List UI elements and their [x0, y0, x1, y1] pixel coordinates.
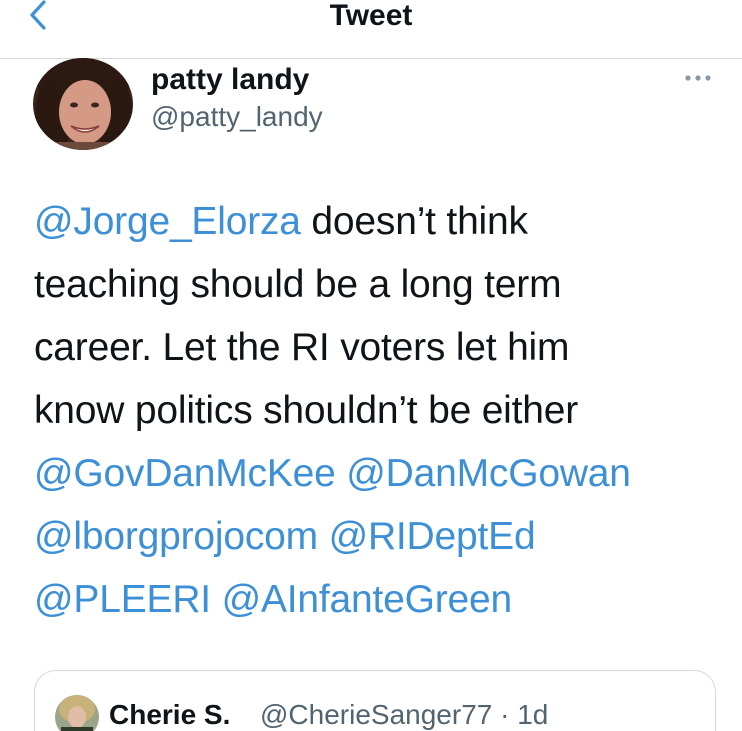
tweet-text-segment: career. Let the RI voters let him: [34, 326, 570, 369]
tweet-text-line: career. Let the RI voters let him: [34, 316, 734, 379]
tweet-text-line: @lborgprojocom @RIDeptEd: [34, 505, 734, 568]
tweet-text: @Jorge_Elorza doesn’t think teaching shou…: [34, 190, 734, 631]
tweet-text-segment: doesn’t think: [300, 200, 528, 243]
author-handle[interactable]: @patty_landy: [151, 99, 323, 135]
quoted-author-name: Cherie S.: [109, 699, 231, 730]
mention-link[interactable]: @Jorge_Elorza: [34, 200, 301, 243]
page-title: Tweet: [329, 0, 413, 32]
top-nav-bar: Tweet: [0, 0, 742, 59]
tweet-text-segment: teaching should be a long term: [34, 263, 562, 306]
quoted-author-handle: @CherieSanger77 · 1d: [260, 699, 549, 730]
mention-link[interactable]: @PLEERI: [34, 578, 211, 621]
tweet-text-segment: [336, 452, 347, 495]
more-options-button[interactable]: [680, 66, 720, 90]
quoted-author-avatar: [55, 695, 99, 731]
tweet-text-line: @PLEERI @AInfanteGreen: [34, 568, 734, 631]
tweet-text-line: know politics shouldn’t be either: [34, 379, 734, 442]
author-name[interactable]: patty landy: [151, 62, 309, 98]
quoted-tweet-card[interactable]: Cherie S. @CherieSanger77 · 1d: [34, 670, 716, 731]
mention-link[interactable]: @DanMcGowan: [346, 452, 631, 495]
tweet-text-segment: [211, 578, 222, 621]
tweet-text-line: @Jorge_Elorza doesn’t think: [34, 190, 734, 253]
tweet-text-line: @GovDanMcKee @DanMcGowan: [34, 442, 734, 505]
mention-link[interactable]: @RIDeptEd: [329, 515, 536, 558]
tweet-text-line: teaching should be a long term: [34, 253, 734, 316]
author-avatar[interactable]: [33, 58, 133, 150]
tweet-text-segment: [318, 515, 329, 558]
mention-link[interactable]: @GovDanMcKee: [34, 452, 336, 495]
more-options-icon: [685, 75, 711, 81]
mention-link[interactable]: @lborgprojocom: [34, 515, 318, 558]
tweet-text-segment: know politics shouldn’t be either: [34, 389, 579, 432]
mention-link[interactable]: @AInfanteGreen: [222, 578, 513, 621]
